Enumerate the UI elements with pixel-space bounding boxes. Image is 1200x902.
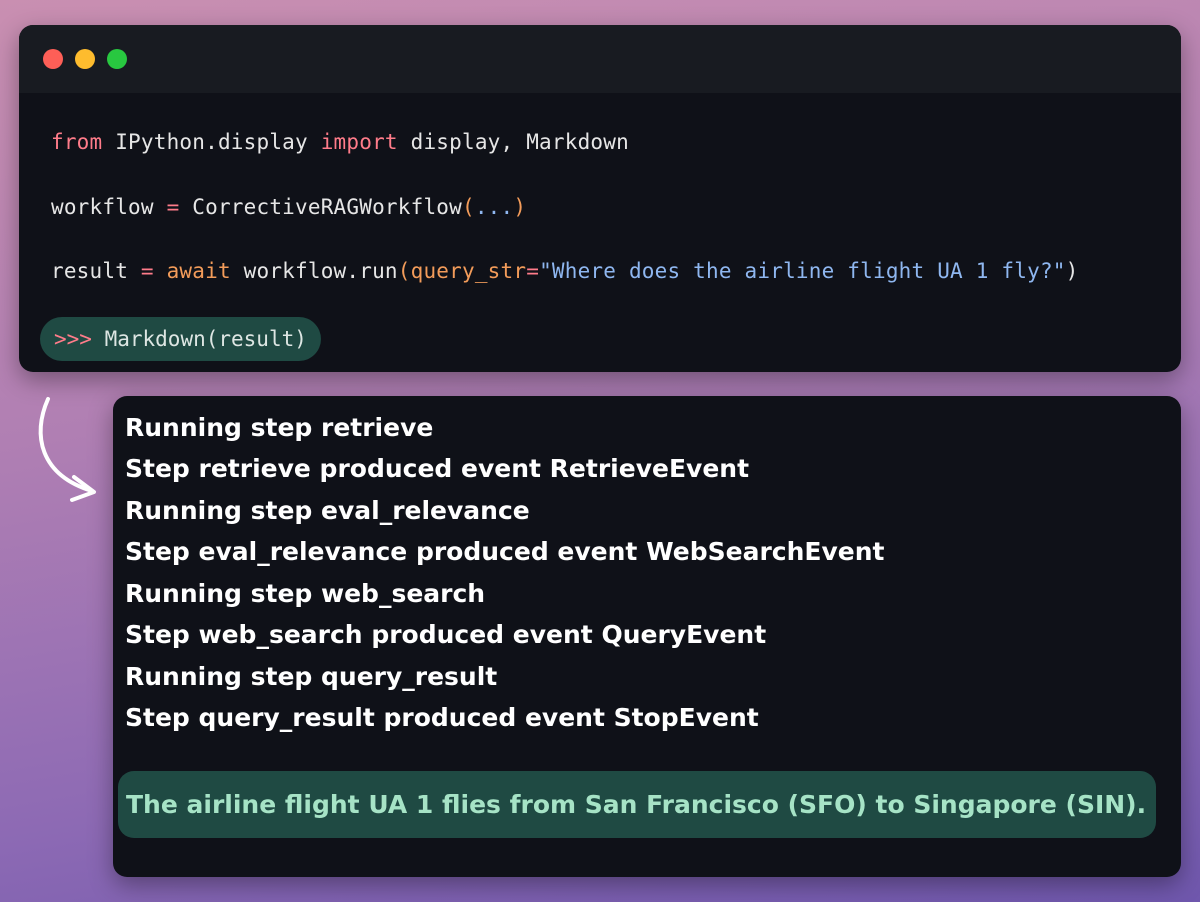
code-window: from IPython.display import display, Mar… bbox=[19, 25, 1181, 372]
code-line-import: from IPython.display import display, Mar… bbox=[51, 130, 629, 154]
keyword-from: from bbox=[51, 130, 103, 154]
paren-close: ) bbox=[513, 195, 527, 219]
log-line: Running step eval_relevance bbox=[125, 496, 530, 525]
minimize-window-button[interactable] bbox=[75, 49, 95, 69]
output-window: Running step retrieve Step retrieve prod… bbox=[113, 396, 1181, 877]
prompt-chevrons: >>> bbox=[54, 327, 92, 351]
paren-open: ( bbox=[397, 259, 411, 283]
param-equals: = bbox=[526, 259, 540, 283]
class-call: CorrectiveRAGWorkflow bbox=[179, 195, 462, 219]
module-name: IPython.display bbox=[102, 130, 321, 154]
query-string: "Where does the airline flight UA 1 fly?… bbox=[539, 259, 1066, 283]
imported-names: display, Markdown bbox=[397, 130, 629, 154]
variable-result: result bbox=[51, 259, 141, 283]
log-line: Running step retrieve bbox=[125, 413, 434, 442]
log-line: Step web_search produced event QueryEven… bbox=[125, 620, 767, 649]
result-answer: The airline flight UA 1 flies from San F… bbox=[118, 771, 1156, 838]
window-titlebar bbox=[19, 25, 1181, 93]
keyword-import: import bbox=[320, 130, 398, 154]
maximize-window-button[interactable] bbox=[107, 49, 127, 69]
close-window-button[interactable] bbox=[43, 49, 63, 69]
log-line: Step query_result produced event StopEve… bbox=[125, 703, 759, 732]
prompt-command: Markdown(result) bbox=[91, 327, 307, 351]
curved-arrow-icon bbox=[38, 397, 96, 502]
method-call: workflow.run bbox=[230, 259, 398, 283]
code-line-run: result = await workflow.run(query_str="W… bbox=[51, 259, 1078, 283]
log-line: Step eval_relevance produced event WebSe… bbox=[125, 537, 885, 566]
assign-operator: = bbox=[166, 195, 180, 219]
keyword-await: await bbox=[166, 259, 231, 283]
log-line: Running step web_search bbox=[125, 579, 486, 608]
log-line: Running step query_result bbox=[125, 662, 498, 691]
ellipsis-args: ... bbox=[474, 195, 514, 219]
assign-operator: = bbox=[140, 259, 154, 283]
code-line-workflow: workflow = CorrectiveRAGWorkflow(...) bbox=[51, 195, 526, 219]
prompt-markdown-result[interactable]: >>> Markdown(result) bbox=[40, 317, 321, 361]
variable-workflow: workflow bbox=[51, 195, 167, 219]
paren-close: ) bbox=[1065, 259, 1079, 283]
paren-open: ( bbox=[462, 195, 475, 219]
log-line: Step retrieve produced event RetrieveEve… bbox=[125, 454, 750, 483]
param-name: query_str bbox=[410, 259, 527, 283]
